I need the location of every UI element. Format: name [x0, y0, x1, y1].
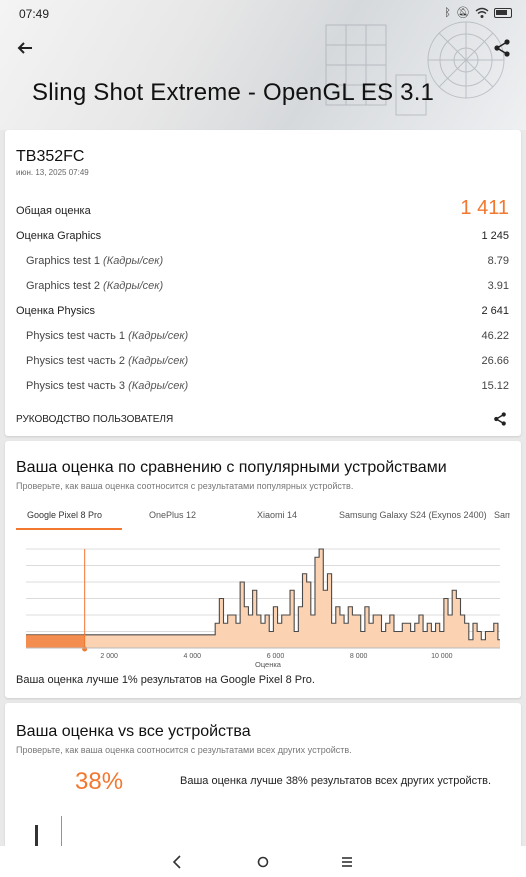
device-name: TB352FC	[16, 148, 85, 165]
your-score-marker	[61, 816, 62, 848]
physics-test-3-label: Physics test часть 3	[26, 380, 126, 392]
graphics-test-2-value: 3.91	[487, 280, 509, 292]
all-devices-subtitle: Проверьте, как ваша оценка соотносится с…	[16, 745, 352, 755]
physics-test-1-value: 46.22	[481, 330, 509, 342]
wifi-icon	[475, 7, 489, 18]
physics-score-value: 2 641	[481, 305, 509, 317]
share-icon[interactable]	[490, 36, 514, 60]
physics-test-3-value: 15.12	[481, 380, 509, 392]
graphics-test-1-label: Graphics test 1	[26, 255, 100, 267]
hero-banner: 07:49 ᛒ 🔕︎ Sling Shot Extreme - OpenGL E…	[0, 0, 526, 130]
hero-illustration	[325, 21, 505, 116]
device-tabs: Google Pixel 8 Pro OnePlus 12 Xiaomi 14 …	[16, 510, 510, 530]
tab-google-pixel-8-pro[interactable]: Google Pixel 8 Pro	[27, 510, 102, 520]
battery-icon	[494, 8, 512, 18]
graphics-test-2-unit: (Кадры/сек)	[103, 280, 164, 292]
score-distribution-chart: 2 000 4 000 6 000 8 000 10 000 Оценка	[26, 548, 500, 669]
user-guide-link[interactable]: РУКОВОДСТВО ПОЛЬЗОВАТЕЛЯ	[16, 414, 173, 425]
total-score-row: Общая оценка 1 411	[16, 197, 509, 220]
result-card: TB352FC июн. 13, 2025 07:49 Общая оценка…	[5, 130, 521, 436]
comparison-subtitle: Проверьте, как ваша оценка соотносится с…	[16, 481, 354, 491]
page-title: Sling Shot Extreme - OpenGL ES 3.1	[32, 79, 435, 106]
physics-test-3-row: Physics test часть 3 (Кадры/сек) 15.12	[16, 380, 509, 392]
physics-test-3-unit: (Кадры/сек)	[128, 380, 189, 392]
x-axis-label: Оценка	[255, 660, 282, 669]
back-arrow-icon[interactable]	[13, 36, 37, 60]
physics-score-row: Оценка Physics 2 641	[16, 305, 509, 317]
graphics-score-value: 1 245	[481, 230, 509, 242]
status-bar: 07:49 ᛒ 🔕︎	[0, 0, 526, 28]
physics-score-label: Оценка Physics	[16, 305, 96, 317]
share-icon[interactable]	[491, 410, 509, 428]
tab-samsung-partial[interactable]: Sam	[494, 510, 510, 520]
physics-test-2-value: 26.66	[481, 355, 509, 367]
x-tick-label: 8 000	[350, 653, 368, 660]
home-nav-icon[interactable]	[253, 852, 273, 872]
physics-test-2-label: Physics test часть 2	[26, 355, 126, 367]
graphics-test-1-value: 8.79	[487, 255, 509, 267]
percentile-note: Ваша оценка лучше 38% результатов всех д…	[180, 775, 492, 787]
graphics-test-2-label: Graphics test 2	[26, 280, 100, 292]
graphics-test-2-row: Graphics test 2 (Кадры/сек) 3.91	[16, 280, 509, 292]
total-score-value: 1 411	[460, 197, 509, 219]
status-icons: ᛒ 🔕︎	[444, 6, 512, 20]
tab-xiaomi-14[interactable]: Xiaomi 14	[257, 510, 297, 520]
tab-oneplus-12[interactable]: OnePlus 12	[149, 510, 196, 520]
mute-icon: 🔕︎	[456, 7, 470, 19]
your-score-dot	[82, 646, 88, 652]
distribution-bar	[35, 825, 38, 847]
physics-test-1-unit: (Кадры/сек)	[128, 330, 189, 342]
x-tick-label: 2 000	[100, 653, 118, 660]
physics-test-2-unit: (Кадры/сек)	[128, 355, 189, 367]
navigation-bar	[0, 846, 526, 877]
physics-test-1-label: Physics test часть 1	[26, 330, 126, 342]
status-time: 07:49	[19, 7, 50, 21]
total-score-label: Общая оценка	[16, 205, 91, 217]
comparison-note: Ваша оценка лучше 1% результатов на Goog…	[16, 674, 315, 686]
percentile-value: 38%	[75, 768, 124, 795]
physics-test-2-row: Physics test часть 2 (Кадры/сек) 26.66	[16, 355, 509, 367]
x-tick-label: 10 000	[431, 653, 453, 660]
x-tick-label: 4 000	[184, 653, 202, 660]
graphics-score-row: Оценка Graphics 1 245	[16, 230, 509, 242]
graphics-test-1-unit: (Кадры/сек)	[103, 255, 164, 267]
tab-samsung-galaxy-s24[interactable]: Samsung Galaxy S24 (Exynos 2400)	[339, 510, 487, 520]
bluetooth-icon: ᛒ	[444, 7, 452, 19]
graphics-test-1-row: Graphics test 1 (Кадры/сек) 8.79	[16, 255, 509, 267]
back-nav-icon[interactable]	[168, 852, 188, 872]
physics-test-1-row: Physics test часть 1 (Кадры/сек) 46.22	[16, 330, 509, 342]
active-tab-indicator	[16, 528, 122, 530]
recents-nav-icon[interactable]	[337, 852, 357, 872]
graphics-score-label: Оценка Graphics	[16, 230, 102, 242]
all-devices-card: Ваша оценка vs все устройства Проверьте,…	[5, 703, 521, 848]
comparison-title: Ваша оценка по сравнению с популярными у…	[16, 459, 447, 476]
comparison-card: Ваша оценка по сравнению с популярными у…	[5, 441, 521, 698]
result-date: июн. 13, 2025 07:49	[16, 168, 89, 177]
your-score-bin	[26, 634, 85, 648]
x-tick-label: 6 000	[267, 653, 285, 660]
all-devices-title: Ваша оценка vs все устройства	[16, 723, 251, 740]
